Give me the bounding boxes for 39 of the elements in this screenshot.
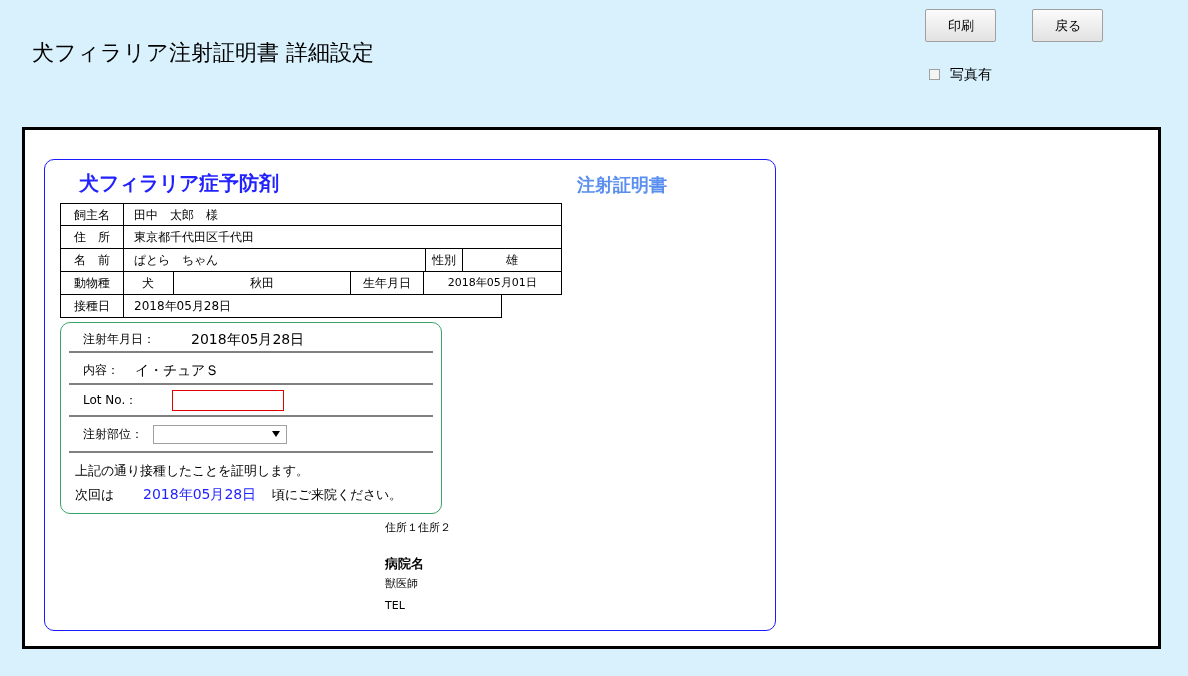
table-cell: 性別	[424, 249, 463, 271]
toolbar-button[interactable]: 印刷	[925, 9, 996, 42]
next-visit-text: 頃にご来院ください。	[272, 485, 402, 504]
table-cell: 2018年05月28日	[123, 295, 501, 317]
table-cell: 秋田	[172, 272, 350, 294]
table-cell-text: 飼主名	[73, 206, 111, 224]
table-cell-text: 名 前	[72, 252, 111, 269]
site-dropdown[interactable]	[153, 424, 287, 444]
field-label: 内容：	[83, 362, 120, 379]
next-visit-date: 2018年05月28日	[143, 485, 258, 504]
table-cell: ぱとら ちゃん	[122, 249, 425, 271]
table-cell-text: 動物種	[72, 275, 111, 292]
table-cell: 犬	[122, 272, 173, 294]
content-value: イ・チュアＳ	[135, 360, 219, 380]
certificate-heading: 犬フィラリア症予防剤	[79, 170, 279, 197]
field-label: 注射年月日：	[83, 331, 156, 348]
tel-label: TEL	[385, 598, 405, 614]
dropdown-caret-icon	[272, 431, 280, 437]
injection-date: 2018年05月28日	[191, 329, 305, 349]
table-cell: 東京都千代田区千代田	[123, 226, 561, 248]
lot-number-field[interactable]	[172, 389, 284, 411]
checkbox-label: 写真有	[950, 65, 992, 84]
address-text: 住所１住所２	[385, 520, 451, 536]
page-title: 犬フィラリア注射証明書 詳細設定	[32, 39, 374, 67]
table-cell-text: 住 所	[73, 229, 111, 246]
table-cell: 雄	[462, 249, 561, 271]
certificate-subheading: 注射証明書	[577, 173, 667, 197]
field-label: Lot No.：	[83, 392, 139, 409]
table-cell-text: 接種日	[73, 298, 111, 315]
checkbox[interactable]	[929, 69, 940, 80]
next-visit-text: 次回は	[75, 485, 115, 504]
table-cell: 2018年05月01日	[422, 272, 561, 294]
field-label: 注射部位：	[83, 426, 144, 443]
toolbar-button[interactable]: 戻る	[1032, 9, 1103, 42]
statement-text: 上記の通り接種したことを証明します。	[74, 462, 310, 480]
hospital-name: 病院名	[385, 555, 424, 573]
table-cell: 生年月日	[349, 272, 423, 294]
table-cell: 田中 太郎 様	[123, 204, 561, 225]
vet-label: 獣医師	[385, 575, 418, 592]
